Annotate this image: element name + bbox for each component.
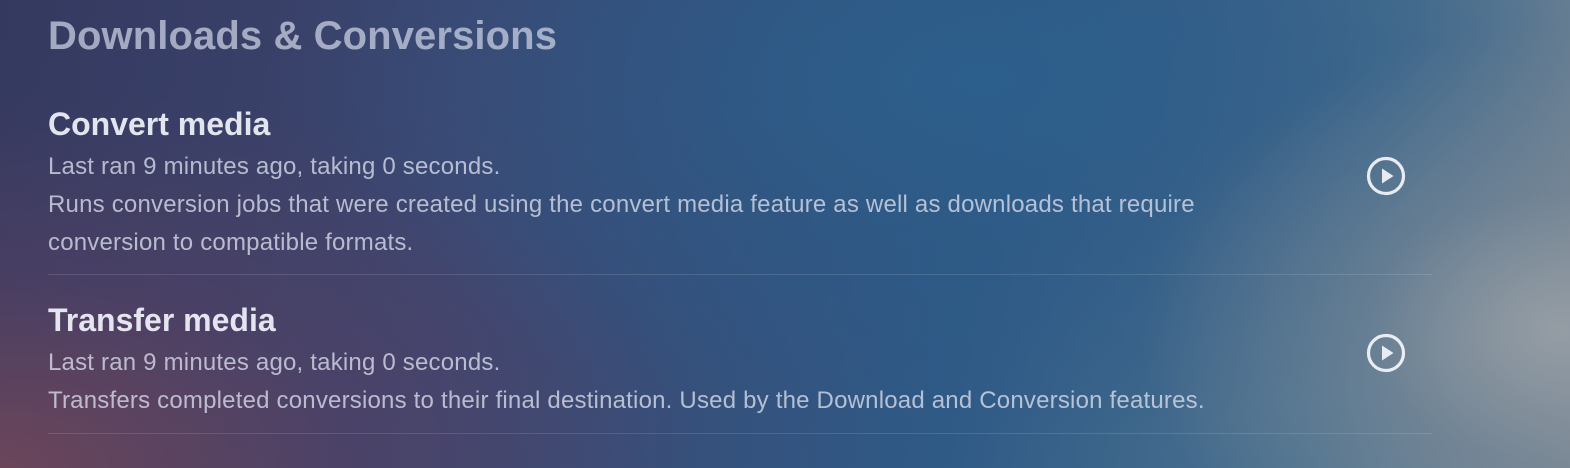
play-circle-icon bbox=[1366, 156, 1406, 196]
run-task-button[interactable] bbox=[1366, 333, 1406, 373]
task-last-run: Last ran 9 minutes ago, taking 0 seconds… bbox=[48, 349, 501, 376]
task-row-convert-media: Convert media Last ran 9 minutes ago, ta… bbox=[48, 100, 1432, 275]
task-description: Runs conversion jobs that were created u… bbox=[48, 191, 1195, 256]
section-title: Downloads & Conversions bbox=[48, 14, 558, 58]
task-name: Convert media bbox=[48, 106, 271, 142]
run-task-button[interactable] bbox=[1366, 156, 1406, 196]
task-description: Transfers completed conversions to their… bbox=[48, 387, 1205, 414]
play-circle-icon bbox=[1366, 333, 1406, 373]
task-last-run: Last ran 9 minutes ago, taking 0 seconds… bbox=[48, 153, 501, 180]
task-row-transfer-media: Transfer media Last ran 9 minutes ago, t… bbox=[48, 296, 1432, 434]
task-name: Transfer media bbox=[48, 302, 276, 338]
